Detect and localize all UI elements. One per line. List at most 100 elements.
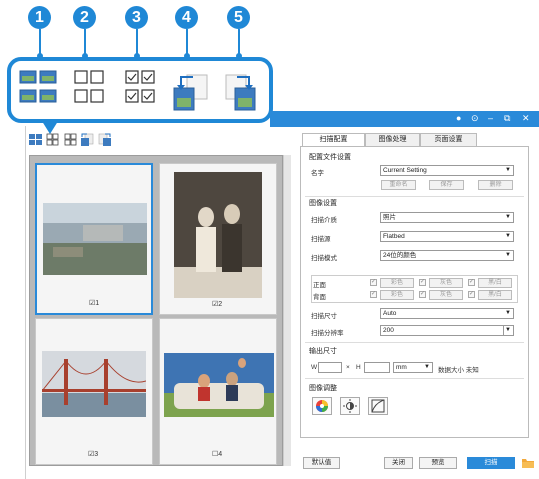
rotate-right-icon[interactable] xyxy=(98,133,111,146)
minimize-button[interactable]: – xyxy=(488,113,493,123)
window-border xyxy=(25,126,26,479)
scan-media-select[interactable]: 照片 ▼ xyxy=(380,212,514,223)
height-input[interactable] xyxy=(364,362,390,373)
image-adjust-title: 图像调整 xyxy=(309,385,337,392)
back-side-label: 背面 xyxy=(313,294,326,301)
save-button[interactable]: 保存 xyxy=(429,180,464,190)
thumbnail-page-3[interactable]: ☑3 xyxy=(35,318,153,465)
dropdown-arrow-icon: ▼ xyxy=(505,167,511,173)
tab-image-processing[interactable]: 图像处理 xyxy=(365,133,420,146)
dropdown-arrow-icon: ▼ xyxy=(505,252,511,258)
rotate-left-icon[interactable] xyxy=(81,133,94,146)
delete-button[interactable]: 删除 xyxy=(478,180,513,190)
front-color-button[interactable]: 彩色 xyxy=(380,278,414,288)
divider xyxy=(305,196,524,197)
default-button[interactable]: 默认值 xyxy=(303,457,340,469)
vintage-portrait-photo xyxy=(174,172,262,298)
back-gray-checkbox[interactable]: ✓ xyxy=(419,291,426,298)
golden-gate-photo xyxy=(42,351,146,417)
output-size-title: 输出尺寸 xyxy=(309,348,337,355)
grid-view-icon[interactable] xyxy=(29,134,42,145)
callout-3: 3 xyxy=(125,6,148,29)
divider xyxy=(305,378,524,379)
back-color-button[interactable]: 彩色 xyxy=(380,290,414,300)
front-side-label: 正面 xyxy=(313,282,326,289)
thumbnail-toolbar xyxy=(29,133,111,146)
page-checkbox[interactable]: ☐4 xyxy=(212,450,222,458)
scan-source-label: 扫描源 xyxy=(311,236,331,243)
brightness-icon xyxy=(343,399,357,413)
brightness-button[interactable] xyxy=(340,397,360,415)
front-bw-button[interactable]: 黑/白 xyxy=(478,278,512,288)
family-car-photo xyxy=(164,353,274,417)
zoom-panel xyxy=(7,57,273,123)
unit-select[interactable]: mm ▼ xyxy=(393,362,433,373)
front-gray-button[interactable]: 灰色 xyxy=(429,278,463,288)
page-boxes-icon[interactable] xyxy=(46,133,59,146)
back-color-checkbox[interactable]: ✓ xyxy=(370,291,377,298)
rotate-right-icon xyxy=(225,74,256,111)
scan-source-select[interactable]: Flatbed ▼ xyxy=(380,231,514,242)
page-checkbox[interactable]: ☑3 xyxy=(88,450,98,458)
back-bw-checkbox[interactable]: ✓ xyxy=(468,291,475,298)
page-checkbox[interactable]: ☑2 xyxy=(212,300,222,308)
grid-view-icon xyxy=(19,70,57,103)
callout-1: 1 xyxy=(28,6,51,29)
scan-dpi-label: 扫描分辨率 xyxy=(311,330,344,337)
curve-button[interactable] xyxy=(368,397,388,415)
thumbnail-page-1[interactable]: ☑1 xyxy=(35,163,153,315)
profile-section-title: 配置文件设置 xyxy=(309,154,351,161)
callout-5: 5 xyxy=(227,6,250,29)
front-gray-checkbox[interactable]: ✓ xyxy=(419,279,426,286)
thumbnail-page-4[interactable]: ☐4 xyxy=(159,318,277,465)
data-size-text: 数据大小 未知 xyxy=(438,367,479,374)
scan-button[interactable]: 扫描 xyxy=(467,457,515,469)
thumbnail-panel: ☑1 ☑2 ☑3 ☐4 xyxy=(29,155,283,466)
scan-mode-select[interactable]: 24位的颜色 ▼ xyxy=(380,250,514,261)
page-checkbox[interactable]: ☑1 xyxy=(89,299,99,307)
scan-size-label: 扫描尺寸 xyxy=(311,313,337,320)
window-titlebar: ● ⊙ – ⧉ ✕ xyxy=(270,111,539,127)
scan-dpi-select[interactable]: 200 ▼ xyxy=(380,325,514,336)
layout-icons-zoomed xyxy=(19,70,256,111)
profile-name-label: 名字 xyxy=(311,170,324,177)
front-color-checkbox[interactable]: ✓ xyxy=(370,279,377,286)
front-bw-checkbox[interactable]: ✓ xyxy=(468,279,475,286)
close-dialog-button[interactable]: 关闭 xyxy=(384,457,413,469)
rename-button[interactable]: 重命名 xyxy=(381,180,416,190)
height-label: H xyxy=(356,364,361,371)
scan-mode-label: 扫描模式 xyxy=(311,255,337,262)
profile-name-select[interactable]: Current Setting ▼ xyxy=(380,165,514,176)
preview-button[interactable]: 预览 xyxy=(419,457,457,469)
callout-2: 2 xyxy=(73,6,96,29)
curve-icon xyxy=(371,399,385,413)
width-input[interactable] xyxy=(318,362,342,373)
folder-icon[interactable] xyxy=(521,457,535,469)
back-gray-button[interactable]: 灰色 xyxy=(429,290,463,300)
dropdown-arrow-icon: ▼ xyxy=(424,364,430,370)
dropdown-arrow-icon: ▼ xyxy=(505,233,511,239)
rotate-left-icon xyxy=(173,74,208,111)
dropdown-arrow-icon: ▼ xyxy=(505,214,511,220)
theme-icon[interactable]: ● xyxy=(456,113,461,123)
help-icon[interactable]: ⊙ xyxy=(471,113,479,124)
back-bw-button[interactable]: 黑/白 xyxy=(478,290,512,300)
checkbox-grid-icon xyxy=(125,70,155,103)
times-label: × xyxy=(346,364,350,371)
scan-size-select[interactable]: Auto ▼ xyxy=(380,308,514,319)
dropdown-arrow-icon: ▼ xyxy=(503,326,511,335)
color-adjust-button[interactable] xyxy=(312,397,332,415)
tab-scan-config[interactable]: 扫描配置 xyxy=(302,133,365,147)
tab-page-settings[interactable]: 页面设置 xyxy=(420,133,477,146)
divider xyxy=(305,342,524,343)
page-boxes-icon xyxy=(74,70,104,103)
image-settings-title: 图像设置 xyxy=(309,200,337,207)
dropdown-arrow-icon: ▼ xyxy=(505,310,511,316)
close-button[interactable]: ✕ xyxy=(522,113,530,124)
checkbox-grid-icon[interactable] xyxy=(64,133,77,146)
scan-media-label: 扫描介质 xyxy=(311,217,337,224)
width-label: W xyxy=(311,364,318,371)
thumbnail-page-2[interactable]: ☑2 xyxy=(159,163,277,315)
thumbnail-scrollbar[interactable] xyxy=(283,155,291,466)
maximize-button[interactable]: ⧉ xyxy=(504,113,510,124)
